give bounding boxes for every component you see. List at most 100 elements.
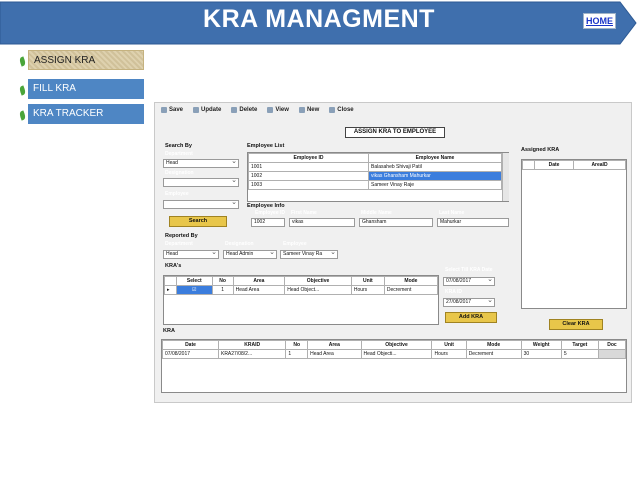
close-label: Close [337, 106, 354, 113]
table-row[interactable]: 07/08/2017 KRA27/08/2... 1 Head Area Hea… [162, 349, 627, 359]
unit-select[interactable]: Hours [431, 349, 467, 359]
delete-button[interactable]: Delete [231, 106, 258, 113]
last-name-label: Last Name [439, 210, 465, 216]
select-checkbox[interactable]: ☑ [176, 285, 213, 295]
col-date: Date [534, 160, 574, 170]
menu-item-kra-tracker[interactable]: KRA TRACKER [28, 104, 144, 124]
designation-label: Designation [165, 170, 194, 176]
new-label: New [306, 106, 320, 113]
employee-id-field[interactable]: 1002 [251, 218, 285, 227]
update-label: Update [201, 106, 222, 113]
col-target: Target [560, 340, 599, 350]
col-objective: Objective [360, 340, 433, 350]
last-name-field[interactable]: Mahurkar [437, 218, 509, 227]
col-no: No [285, 340, 309, 350]
cell: 1 [285, 349, 309, 359]
row-header [522, 160, 535, 170]
doc-cell[interactable] [597, 349, 627, 359]
cell: 07/08/2017 [162, 349, 219, 359]
table-row[interactable]: 1001 Balasaheb Shivaji Patil [248, 162, 502, 172]
col-areaid: AreaID [573, 160, 626, 170]
first-name-field[interactable]: vikas [289, 218, 355, 227]
cell: 1002 [248, 171, 369, 181]
search-icon [267, 106, 274, 113]
kras-label: KRA's [165, 263, 182, 269]
save-icon [161, 106, 167, 113]
close-icon [329, 106, 336, 113]
cell: 1001 [248, 162, 369, 172]
col-weight: Weight [520, 340, 562, 350]
rep-emp-label: Employee [283, 241, 307, 247]
emp-id-label: Employee ID [255, 210, 286, 216]
table-row[interactable]: ▸ ☑ 1 Head Area Head Object... Hours Dec… [164, 285, 439, 295]
mode-select[interactable]: Decrement [465, 349, 522, 359]
reported-dept-select[interactable]: Head [163, 249, 219, 259]
search-designation-select[interactable] [163, 177, 239, 187]
mode-select[interactable]: Decrement [383, 285, 439, 295]
table-row[interactable]: 1003 Sameer Vinay Raje [248, 180, 502, 190]
menu-item-assign-kra[interactable]: ASSIGN KRA [28, 50, 144, 70]
save-button[interactable]: Save [161, 106, 184, 113]
col-date: Date [162, 340, 219, 350]
till-date-picker[interactable]: 07/08/2017 [443, 276, 495, 286]
search-employee-select[interactable] [163, 199, 239, 209]
reported-designation-select[interactable]: Head Admin [223, 249, 277, 259]
update-icon [193, 106, 200, 113]
toolbar: Save Update Delete View New Close [155, 103, 631, 116]
cell: vikas Ghansham Mahurkar [368, 171, 502, 181]
menu-item-fill-kra[interactable]: FILL KRA [28, 79, 144, 99]
new-button[interactable]: New [298, 106, 320, 113]
rep-dept-label: Department [165, 241, 193, 247]
update-button[interactable]: Update [193, 106, 222, 113]
col-area: Area [232, 276, 286, 286]
new-icon [298, 106, 305, 113]
col-employee-name: Employee Name [368, 153, 502, 163]
delete-label: Delete [239, 106, 258, 113]
reported-employee-select[interactable]: Sameer Vinay Ra [280, 249, 338, 259]
close-button[interactable]: Close [329, 106, 354, 113]
reported-by-label: Reported By [165, 233, 198, 239]
leaf-icon [18, 110, 27, 121]
form-title: ASSIGN KRA TO EMPLOYEE [345, 127, 445, 138]
col-no: No [211, 276, 234, 286]
table-row[interactable]: 1002 vikas Ghansham Mahurkar [248, 171, 502, 181]
delete-icon [231, 106, 238, 113]
cell: Head Area [232, 285, 286, 295]
target-field[interactable]: 5 [560, 349, 599, 359]
first-name-label: First Name [291, 210, 317, 216]
assign-kra-window: Save Update Delete View New Close ASSIGN… [154, 102, 632, 403]
cell: KRA27/08/2... [217, 349, 287, 359]
search-by-label: Search By [165, 143, 192, 149]
rep-desig-label: Designation [225, 241, 254, 247]
kra-id-date-picker[interactable]: 27/08/2017 [443, 297, 495, 307]
cell: Head Object... [284, 285, 352, 295]
unit-select[interactable]: Hours [350, 285, 385, 295]
clear-kra-button[interactable]: Clear KRA [549, 319, 603, 330]
view-button[interactable]: View [267, 106, 289, 113]
cell: Balasaheb Shivaji Patil [368, 162, 502, 172]
col-mode: Mode [465, 340, 522, 350]
search-dept-select[interactable]: Head [163, 158, 239, 168]
row-pointer-icon: ▸ [164, 285, 177, 295]
cell: Sameer Vinay Raje [368, 180, 502, 190]
middle-name-field[interactable]: Ghansham [359, 218, 433, 227]
kra-table-label: KRA [163, 328, 175, 334]
employee-list-label: Employee List [247, 143, 285, 149]
row-header [164, 276, 177, 286]
save-label: Save [169, 106, 184, 113]
home-link[interactable]: HOME [583, 13, 616, 29]
assigned-kra-label: Assigned KRA [521, 147, 560, 153]
leaf-icon [18, 56, 27, 67]
col-area: Area [307, 340, 362, 350]
col-select: Select [176, 276, 213, 286]
col-mode: Mode [383, 276, 439, 286]
employee-info-label: Employee Info [247, 203, 285, 209]
kras-grid: Select No Area Objective Unit Mode ▸ ☑ 1… [163, 275, 439, 325]
scrollbar[interactable] [502, 153, 509, 201]
weight-field[interactable]: 30 [520, 349, 562, 359]
cell: 1 [211, 285, 234, 295]
col-doc: Doc [597, 340, 627, 350]
assigned-kra-grid: Date AreaID [521, 159, 627, 309]
add-kra-button[interactable]: Add KRA [445, 312, 497, 323]
search-button[interactable]: Search [169, 216, 227, 227]
